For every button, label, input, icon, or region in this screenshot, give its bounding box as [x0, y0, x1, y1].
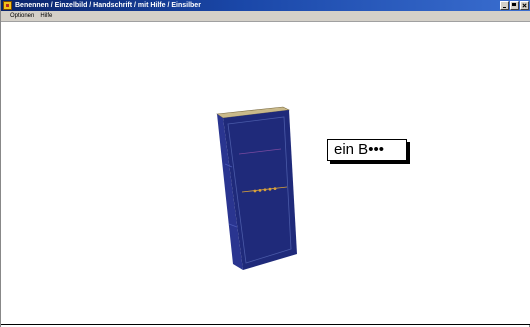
- menu-optionen[interactable]: Optionen: [1, 11, 37, 21]
- window-title: Benennen / Einzelbild / Handschrift / mi…: [15, 2, 201, 9]
- bottom-border: [1, 324, 530, 325]
- application-window: Benennen / Einzelbild / Handschrift / mi…: [0, 0, 530, 327]
- minimize-button[interactable]: [500, 1, 509, 10]
- menu-bar: Optionen Hilfe: [1, 11, 530, 22]
- maximize-button[interactable]: [510, 1, 519, 10]
- window-controls: [500, 1, 529, 10]
- menu-hilfe[interactable]: Hilfe: [37, 11, 55, 21]
- title-bar[interactable]: Benennen / Einzelbild / Handschrift / mi…: [1, 0, 530, 11]
- exercise-canvas: ein B•••: [1, 22, 530, 325]
- word-card[interactable]: ein B•••: [327, 139, 407, 161]
- book-picture: [216, 106, 297, 270]
- app-icon[interactable]: [3, 1, 12, 10]
- close-button[interactable]: [520, 1, 529, 10]
